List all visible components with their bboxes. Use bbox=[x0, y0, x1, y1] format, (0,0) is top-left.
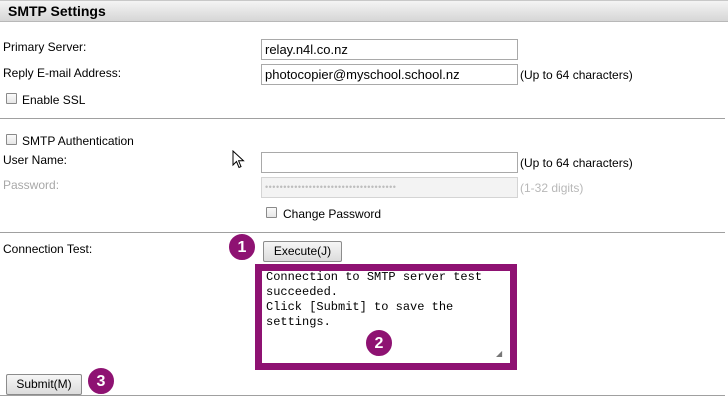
divider-1 bbox=[0, 118, 725, 119]
change-password-label: Change Password bbox=[283, 207, 382, 221]
user-name-hint: (Up to 64 characters) bbox=[520, 156, 633, 170]
submit-button[interactable]: Submit(M) bbox=[6, 374, 82, 395]
section-title: SMTP Settings bbox=[8, 3, 106, 19]
primary-server-label: Primary Server: bbox=[3, 40, 87, 54]
enable-ssl-label: Enable SSL bbox=[22, 93, 86, 107]
password-input[interactable]: •••••••••••••••••••••••••••••••••••• bbox=[261, 177, 518, 198]
smtp-auth-checkbox[interactable] bbox=[6, 134, 17, 145]
password-label: Password: bbox=[3, 178, 60, 192]
divider-2 bbox=[0, 232, 725, 233]
section-header bbox=[0, 0, 728, 22]
user-name-label: User Name: bbox=[3, 153, 68, 167]
resize-grip-icon[interactable]: ◢ bbox=[496, 350, 504, 358]
reply-email-label: Reply E-mail Address: bbox=[3, 66, 122, 80]
connection-test-label: Connection Test: bbox=[3, 242, 93, 256]
smtp-auth-label: SMTP Authentication bbox=[22, 134, 134, 148]
annotation-badge-3: 3 bbox=[87, 367, 115, 395]
mouse-cursor-icon bbox=[232, 150, 245, 169]
reply-email-hint: (Up to 64 characters) bbox=[520, 68, 633, 82]
password-hint: (1-32 digits) bbox=[520, 181, 584, 195]
primary-server-input[interactable]: relay.n4l.co.nz bbox=[261, 39, 518, 60]
annotation-badge-1: 1 bbox=[228, 233, 256, 261]
annotation-badge-2: 2 bbox=[365, 329, 393, 357]
reply-email-input[interactable]: photocopier@myschool.school.nz bbox=[261, 64, 518, 85]
connection-result-text: Connection to SMTP server test succeeded… bbox=[266, 270, 483, 329]
user-name-input[interactable] bbox=[261, 152, 518, 173]
change-password-checkbox[interactable] bbox=[266, 207, 277, 218]
execute-button[interactable]: Execute(J) bbox=[263, 241, 342, 262]
enable-ssl-checkbox[interactable] bbox=[6, 93, 17, 104]
divider-3 bbox=[0, 395, 725, 396]
